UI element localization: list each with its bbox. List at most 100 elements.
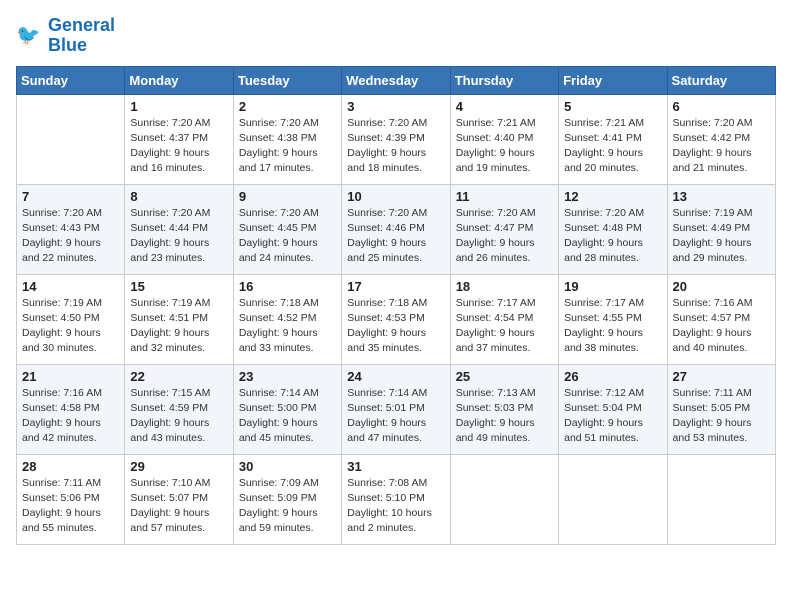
calendar-cell: 14Sunrise: 7:19 AM Sunset: 4:50 PM Dayli… bbox=[17, 274, 125, 364]
day-number: 16 bbox=[239, 279, 336, 294]
calendar-cell: 30Sunrise: 7:09 AM Sunset: 5:09 PM Dayli… bbox=[233, 454, 341, 544]
day-info: Sunrise: 7:20 AM Sunset: 4:47 PM Dayligh… bbox=[456, 206, 553, 267]
day-number: 2 bbox=[239, 99, 336, 114]
day-info: Sunrise: 7:21 AM Sunset: 4:41 PM Dayligh… bbox=[564, 116, 661, 177]
calendar-cell: 21Sunrise: 7:16 AM Sunset: 4:58 PM Dayli… bbox=[17, 364, 125, 454]
header-cell-sunday: Sunday bbox=[17, 66, 125, 94]
calendar-week-row: 28Sunrise: 7:11 AM Sunset: 5:06 PM Dayli… bbox=[17, 454, 776, 544]
header-cell-friday: Friday bbox=[559, 66, 667, 94]
calendar-cell: 3 Sunrise: 7:20 AM Sunset: 4:39 PM Daylig… bbox=[342, 94, 450, 184]
calendar-week-row: 7 Sunrise: 7:20 AM Sunset: 4:43 PM Daylig… bbox=[17, 184, 776, 274]
day-info: Sunrise: 7:20 AM Sunset: 4:46 PM Dayligh… bbox=[347, 206, 444, 267]
calendar-cell: 26 Sunrise: 7:12 AM Sunset: 5:04 PM Dayli… bbox=[559, 364, 667, 454]
calendar-cell: 4Sunrise: 7:21 AM Sunset: 4:40 PM Daylig… bbox=[450, 94, 558, 184]
day-number: 27 bbox=[673, 369, 770, 384]
day-info: Sunrise: 7:11 AM Sunset: 5:05 PM Dayligh… bbox=[673, 386, 770, 447]
calendar-body: 1 Sunrise: 7:20 AM Sunset: 4:37 PM Daylig… bbox=[17, 94, 776, 544]
logo-bird-icon: 🐦 bbox=[16, 22, 44, 50]
day-info: Sunrise: 7:20 AM Sunset: 4:37 PM Dayligh… bbox=[130, 116, 227, 177]
logo: 🐦 GeneralBlue bbox=[16, 16, 115, 56]
calendar-cell: 22Sunrise: 7:15 AM Sunset: 4:59 PM Dayli… bbox=[125, 364, 233, 454]
day-number: 19 bbox=[564, 279, 661, 294]
calendar-cell: 11 Sunrise: 7:20 AM Sunset: 4:47 PM Dayli… bbox=[450, 184, 558, 274]
calendar-cell: 5 Sunrise: 7:21 AM Sunset: 4:41 PM Daylig… bbox=[559, 94, 667, 184]
calendar-cell: 10 Sunrise: 7:20 AM Sunset: 4:46 PM Dayli… bbox=[342, 184, 450, 274]
calendar-cell: 9 Sunrise: 7:20 AM Sunset: 4:45 PM Daylig… bbox=[233, 184, 341, 274]
calendar-cell: 18Sunrise: 7:17 AM Sunset: 4:54 PM Dayli… bbox=[450, 274, 558, 364]
day-number: 13 bbox=[673, 189, 770, 204]
header-cell-monday: Monday bbox=[125, 66, 233, 94]
day-info: Sunrise: 7:14 AM Sunset: 5:01 PM Dayligh… bbox=[347, 386, 444, 447]
calendar-cell: 27 Sunrise: 7:11 AM Sunset: 5:05 PM Dayli… bbox=[667, 364, 775, 454]
calendar-week-row: 14Sunrise: 7:19 AM Sunset: 4:50 PM Dayli… bbox=[17, 274, 776, 364]
calendar-cell: 20 Sunrise: 7:16 AM Sunset: 4:57 PM Dayli… bbox=[667, 274, 775, 364]
day-info: Sunrise: 7:12 AM Sunset: 5:04 PM Dayligh… bbox=[564, 386, 661, 447]
calendar-cell: 23 Sunrise: 7:14 AM Sunset: 5:00 PM Dayli… bbox=[233, 364, 341, 454]
day-info: Sunrise: 7:11 AM Sunset: 5:06 PM Dayligh… bbox=[22, 476, 119, 537]
day-info: Sunrise: 7:16 AM Sunset: 4:57 PM Dayligh… bbox=[673, 296, 770, 357]
day-info: Sunrise: 7:19 AM Sunset: 4:51 PM Dayligh… bbox=[130, 296, 227, 357]
day-number: 5 bbox=[564, 99, 661, 114]
day-number: 20 bbox=[673, 279, 770, 294]
day-info: Sunrise: 7:19 AM Sunset: 4:49 PM Dayligh… bbox=[673, 206, 770, 267]
day-number: 7 bbox=[22, 189, 119, 204]
day-info: Sunrise: 7:17 AM Sunset: 4:55 PM Dayligh… bbox=[564, 296, 661, 357]
calendar-cell: 17 Sunrise: 7:18 AM Sunset: 4:53 PM Dayli… bbox=[342, 274, 450, 364]
calendar-cell bbox=[667, 454, 775, 544]
day-info: Sunrise: 7:20 AM Sunset: 4:48 PM Dayligh… bbox=[564, 206, 661, 267]
day-info: Sunrise: 7:20 AM Sunset: 4:39 PM Dayligh… bbox=[347, 116, 444, 177]
calendar-cell bbox=[559, 454, 667, 544]
day-info: Sunrise: 7:14 AM Sunset: 5:00 PM Dayligh… bbox=[239, 386, 336, 447]
header-cell-saturday: Saturday bbox=[667, 66, 775, 94]
day-info: Sunrise: 7:20 AM Sunset: 4:43 PM Dayligh… bbox=[22, 206, 119, 267]
calendar-cell: 29 Sunrise: 7:10 AM Sunset: 5:07 PM Dayli… bbox=[125, 454, 233, 544]
day-number: 10 bbox=[347, 189, 444, 204]
day-number: 22 bbox=[130, 369, 227, 384]
day-number: 8 bbox=[130, 189, 227, 204]
day-number: 9 bbox=[239, 189, 336, 204]
day-info: Sunrise: 7:20 AM Sunset: 4:42 PM Dayligh… bbox=[673, 116, 770, 177]
day-number: 1 bbox=[130, 99, 227, 114]
day-info: Sunrise: 7:21 AM Sunset: 4:40 PM Dayligh… bbox=[456, 116, 553, 177]
page-header: 🐦 GeneralBlue bbox=[16, 16, 776, 56]
calendar-cell: 6 Sunrise: 7:20 AM Sunset: 4:42 PM Daylig… bbox=[667, 94, 775, 184]
logo-text: GeneralBlue bbox=[48, 16, 115, 56]
day-info: Sunrise: 7:19 AM Sunset: 4:50 PM Dayligh… bbox=[22, 296, 119, 357]
calendar-cell: 7 Sunrise: 7:20 AM Sunset: 4:43 PM Daylig… bbox=[17, 184, 125, 274]
day-number: 29 bbox=[130, 459, 227, 474]
day-number: 3 bbox=[347, 99, 444, 114]
day-number: 23 bbox=[239, 369, 336, 384]
day-info: Sunrise: 7:10 AM Sunset: 5:07 PM Dayligh… bbox=[130, 476, 227, 537]
day-info: Sunrise: 7:18 AM Sunset: 4:53 PM Dayligh… bbox=[347, 296, 444, 357]
day-info: Sunrise: 7:18 AM Sunset: 4:52 PM Dayligh… bbox=[239, 296, 336, 357]
day-info: Sunrise: 7:09 AM Sunset: 5:09 PM Dayligh… bbox=[239, 476, 336, 537]
day-info: Sunrise: 7:20 AM Sunset: 4:38 PM Dayligh… bbox=[239, 116, 336, 177]
svg-text:🐦: 🐦 bbox=[16, 24, 40, 46]
calendar-cell: 13 Sunrise: 7:19 AM Sunset: 4:49 PM Dayli… bbox=[667, 184, 775, 274]
day-number: 17 bbox=[347, 279, 444, 294]
day-number: 6 bbox=[673, 99, 770, 114]
calendar-cell: 24 Sunrise: 7:14 AM Sunset: 5:01 PM Dayli… bbox=[342, 364, 450, 454]
day-info: Sunrise: 7:20 AM Sunset: 4:44 PM Dayligh… bbox=[130, 206, 227, 267]
day-number: 12 bbox=[564, 189, 661, 204]
day-number: 11 bbox=[456, 189, 553, 204]
day-number: 25 bbox=[456, 369, 553, 384]
calendar-cell: 16 Sunrise: 7:18 AM Sunset: 4:52 PM Dayli… bbox=[233, 274, 341, 364]
day-number: 26 bbox=[564, 369, 661, 384]
calendar-table: SundayMondayTuesdayWednesdayThursdayFrid… bbox=[16, 66, 776, 545]
calendar-cell: 12 Sunrise: 7:20 AM Sunset: 4:48 PM Dayli… bbox=[559, 184, 667, 274]
calendar-cell: 15 Sunrise: 7:19 AM Sunset: 4:51 PM Dayli… bbox=[125, 274, 233, 364]
header-cell-thursday: Thursday bbox=[450, 66, 558, 94]
day-number: 15 bbox=[130, 279, 227, 294]
calendar-week-row: 1 Sunrise: 7:20 AM Sunset: 4:37 PM Daylig… bbox=[17, 94, 776, 184]
day-number: 21 bbox=[22, 369, 119, 384]
header-cell-wednesday: Wednesday bbox=[342, 66, 450, 94]
day-info: Sunrise: 7:08 AM Sunset: 5:10 PM Dayligh… bbox=[347, 476, 444, 537]
calendar-week-row: 21Sunrise: 7:16 AM Sunset: 4:58 PM Dayli… bbox=[17, 364, 776, 454]
day-number: 24 bbox=[347, 369, 444, 384]
calendar-cell: 2 Sunrise: 7:20 AM Sunset: 4:38 PM Daylig… bbox=[233, 94, 341, 184]
day-info: Sunrise: 7:20 AM Sunset: 4:45 PM Dayligh… bbox=[239, 206, 336, 267]
calendar-cell: 25Sunrise: 7:13 AM Sunset: 5:03 PM Dayli… bbox=[450, 364, 558, 454]
day-number: 31 bbox=[347, 459, 444, 474]
calendar-cell: 31 Sunrise: 7:08 AM Sunset: 5:10 PM Dayli… bbox=[342, 454, 450, 544]
